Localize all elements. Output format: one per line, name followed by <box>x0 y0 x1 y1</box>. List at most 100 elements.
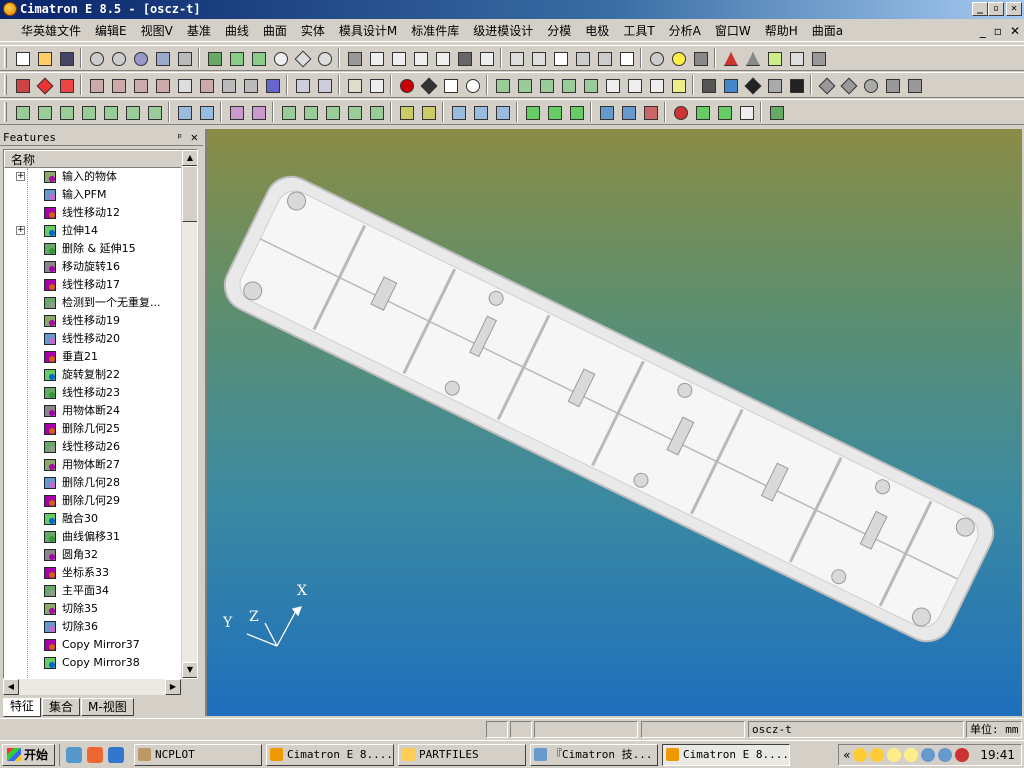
graphics-viewport[interactable]: X Y Z <box>205 129 1022 716</box>
task-cimatron-1[interactable]: Cimatron E 8.... <box>266 743 395 766</box>
media-player-icon[interactable] <box>87 746 104 763</box>
menu-curve[interactable]: 曲线 <box>218 22 256 39</box>
mdi-minimize-button[interactable]: _ <box>980 24 986 38</box>
blend-icon[interactable] <box>101 103 119 121</box>
scroll-right-icon[interactable]: ▶ <box>165 679 181 695</box>
menu-window[interactable]: 窗口W <box>708 22 758 39</box>
draft-icon[interactable] <box>715 103 733 121</box>
feature-item[interactable]: 主平面34 <box>4 582 182 600</box>
feature-item[interactable]: 删除 & 延伸15 <box>4 240 182 258</box>
scroll-thumb[interactable] <box>182 166 197 222</box>
arrow-left-icon[interactable] <box>721 49 739 67</box>
tab-m-view[interactable]: M-视图 <box>81 698 134 716</box>
network-icon[interactable] <box>921 748 936 762</box>
menu-progressive-die[interactable]: 级进模设计 <box>466 22 540 39</box>
parting-icon[interactable] <box>397 103 415 121</box>
stock-icon[interactable] <box>737 103 755 121</box>
datum-axis-icon[interactable] <box>883 76 901 94</box>
undo-icon[interactable] <box>87 49 105 67</box>
chat-icon[interactable] <box>904 748 919 762</box>
menu-standard-parts[interactable]: 标准件库 <box>404 22 466 39</box>
revolve-icon[interactable] <box>35 103 53 121</box>
redo-icon[interactable] <box>109 49 127 67</box>
layers-icon[interactable] <box>263 76 281 94</box>
front-view-icon[interactable] <box>367 49 385 67</box>
antivirus-icon[interactable] <box>955 748 970 762</box>
task-ncplot[interactable]: NCPLOT <box>134 743 263 766</box>
top-view-icon[interactable] <box>389 49 407 67</box>
rotate-icon[interactable] <box>315 49 333 67</box>
circle-icon[interactable] <box>463 76 481 94</box>
feature-item[interactable]: 线性移动23 <box>4 384 182 402</box>
tray-expand-icon[interactable]: « <box>843 748 850 762</box>
tree-column-header[interactable]: 名称 <box>4 150 182 168</box>
show-hide-icon[interactable] <box>691 49 709 67</box>
menu-view[interactable]: 视图V <box>134 22 180 39</box>
offset-surface-icon[interactable] <box>197 103 215 121</box>
filter-icon[interactable] <box>765 49 783 67</box>
pin-icon[interactable]: ᵖ <box>176 129 183 146</box>
feature-item[interactable]: 线性移动19 <box>4 312 182 330</box>
feature-item[interactable]: 坐标系33 <box>4 564 182 582</box>
arc-icon[interactable] <box>441 76 459 94</box>
sketcher-exit-icon[interactable] <box>367 76 385 94</box>
split-face-icon[interactable] <box>227 103 245 121</box>
menu-tools[interactable]: 工具T <box>616 22 661 39</box>
face-extend-icon[interactable] <box>449 103 467 121</box>
menu-parting[interactable]: 分模 <box>540 22 578 39</box>
composite-curve-icon[interactable] <box>515 76 533 94</box>
left-view-icon[interactable] <box>433 49 451 67</box>
internet-explorer-icon[interactable] <box>108 746 125 763</box>
light-bulb-on-icon[interactable] <box>669 49 687 67</box>
datum-plane-icon[interactable] <box>905 76 923 94</box>
render-mode-icon[interactable] <box>617 49 635 67</box>
feature-item[interactable]: 圆角32 <box>4 546 182 564</box>
close-button[interactable]: ✕ <box>1006 2 1022 16</box>
iso-view-icon[interactable] <box>345 49 363 67</box>
axis-icon[interactable] <box>817 76 835 94</box>
select-object-icon[interactable] <box>13 76 31 94</box>
vector-icon[interactable] <box>839 76 857 94</box>
tree-horizontal-scrollbar[interactable]: ◀ ▶ <box>3 679 181 695</box>
save-icon[interactable] <box>57 49 75 67</box>
move-icon[interactable] <box>301 103 319 121</box>
filter-edges-icon[interactable] <box>131 76 149 94</box>
parting-line-icon[interactable] <box>647 76 665 94</box>
chamfer-icon[interactable] <box>545 103 563 121</box>
line-style-icon[interactable] <box>765 76 783 94</box>
filter-solids-icon[interactable] <box>219 76 237 94</box>
menu-surface-a[interactable]: 曲面a <box>805 22 850 39</box>
panel-close-icon[interactable]: ✕ <box>191 129 198 146</box>
feature-item[interactable]: 检测到一个无重复... <box>4 294 182 312</box>
feature-item[interactable]: 切除36 <box>4 618 182 636</box>
mirror-surface-icon[interactable] <box>175 103 193 121</box>
ruled-surface-icon[interactable] <box>123 103 141 121</box>
filter-faces-icon[interactable] <box>109 76 127 94</box>
tab-sets[interactable]: 集合 <box>42 698 81 716</box>
menu-electrode[interactable]: 电极 <box>578 22 616 39</box>
filter-all-icon[interactable] <box>87 76 105 94</box>
boolean-add-icon[interactable] <box>597 103 615 121</box>
scroll-left-icon[interactable]: ◀ <box>3 679 19 695</box>
spline-icon[interactable] <box>493 76 511 94</box>
tree-icon[interactable] <box>175 49 193 67</box>
boolean-cut-icon[interactable] <box>641 103 659 121</box>
stitch-icon[interactable] <box>249 103 267 121</box>
feature-item[interactable]: 用物体断27 <box>4 456 182 474</box>
show-desktop-icon[interactable] <box>66 746 83 763</box>
bottom-view-icon[interactable] <box>455 49 473 67</box>
expand-icon[interactable]: + <box>16 172 25 181</box>
cimatron-app-icon[interactable] <box>3 2 17 16</box>
maximize-button[interactable]: ▫ <box>988 2 1004 16</box>
measure-icon[interactable] <box>787 49 805 67</box>
arrow-right-icon[interactable] <box>743 49 761 67</box>
boundary-curve-icon[interactable] <box>625 76 643 94</box>
feature-item[interactable]: 删除几何28 <box>4 474 182 492</box>
zoom-window-icon[interactable] <box>227 49 245 67</box>
feature-item[interactable]: 删除几何25 <box>4 420 182 438</box>
feature-item[interactable]: 融合30 <box>4 510 182 528</box>
feature-tree[interactable]: 名称 + 输入的物体 输入PFM 线性移动12 + 拉伸14 删除 & 延伸15 移动旋转16… <box>3 149 198 679</box>
qq-icon[interactable] <box>853 748 868 762</box>
line-icon[interactable] <box>419 76 437 94</box>
feature-item[interactable]: 线性移动20 <box>4 330 182 348</box>
